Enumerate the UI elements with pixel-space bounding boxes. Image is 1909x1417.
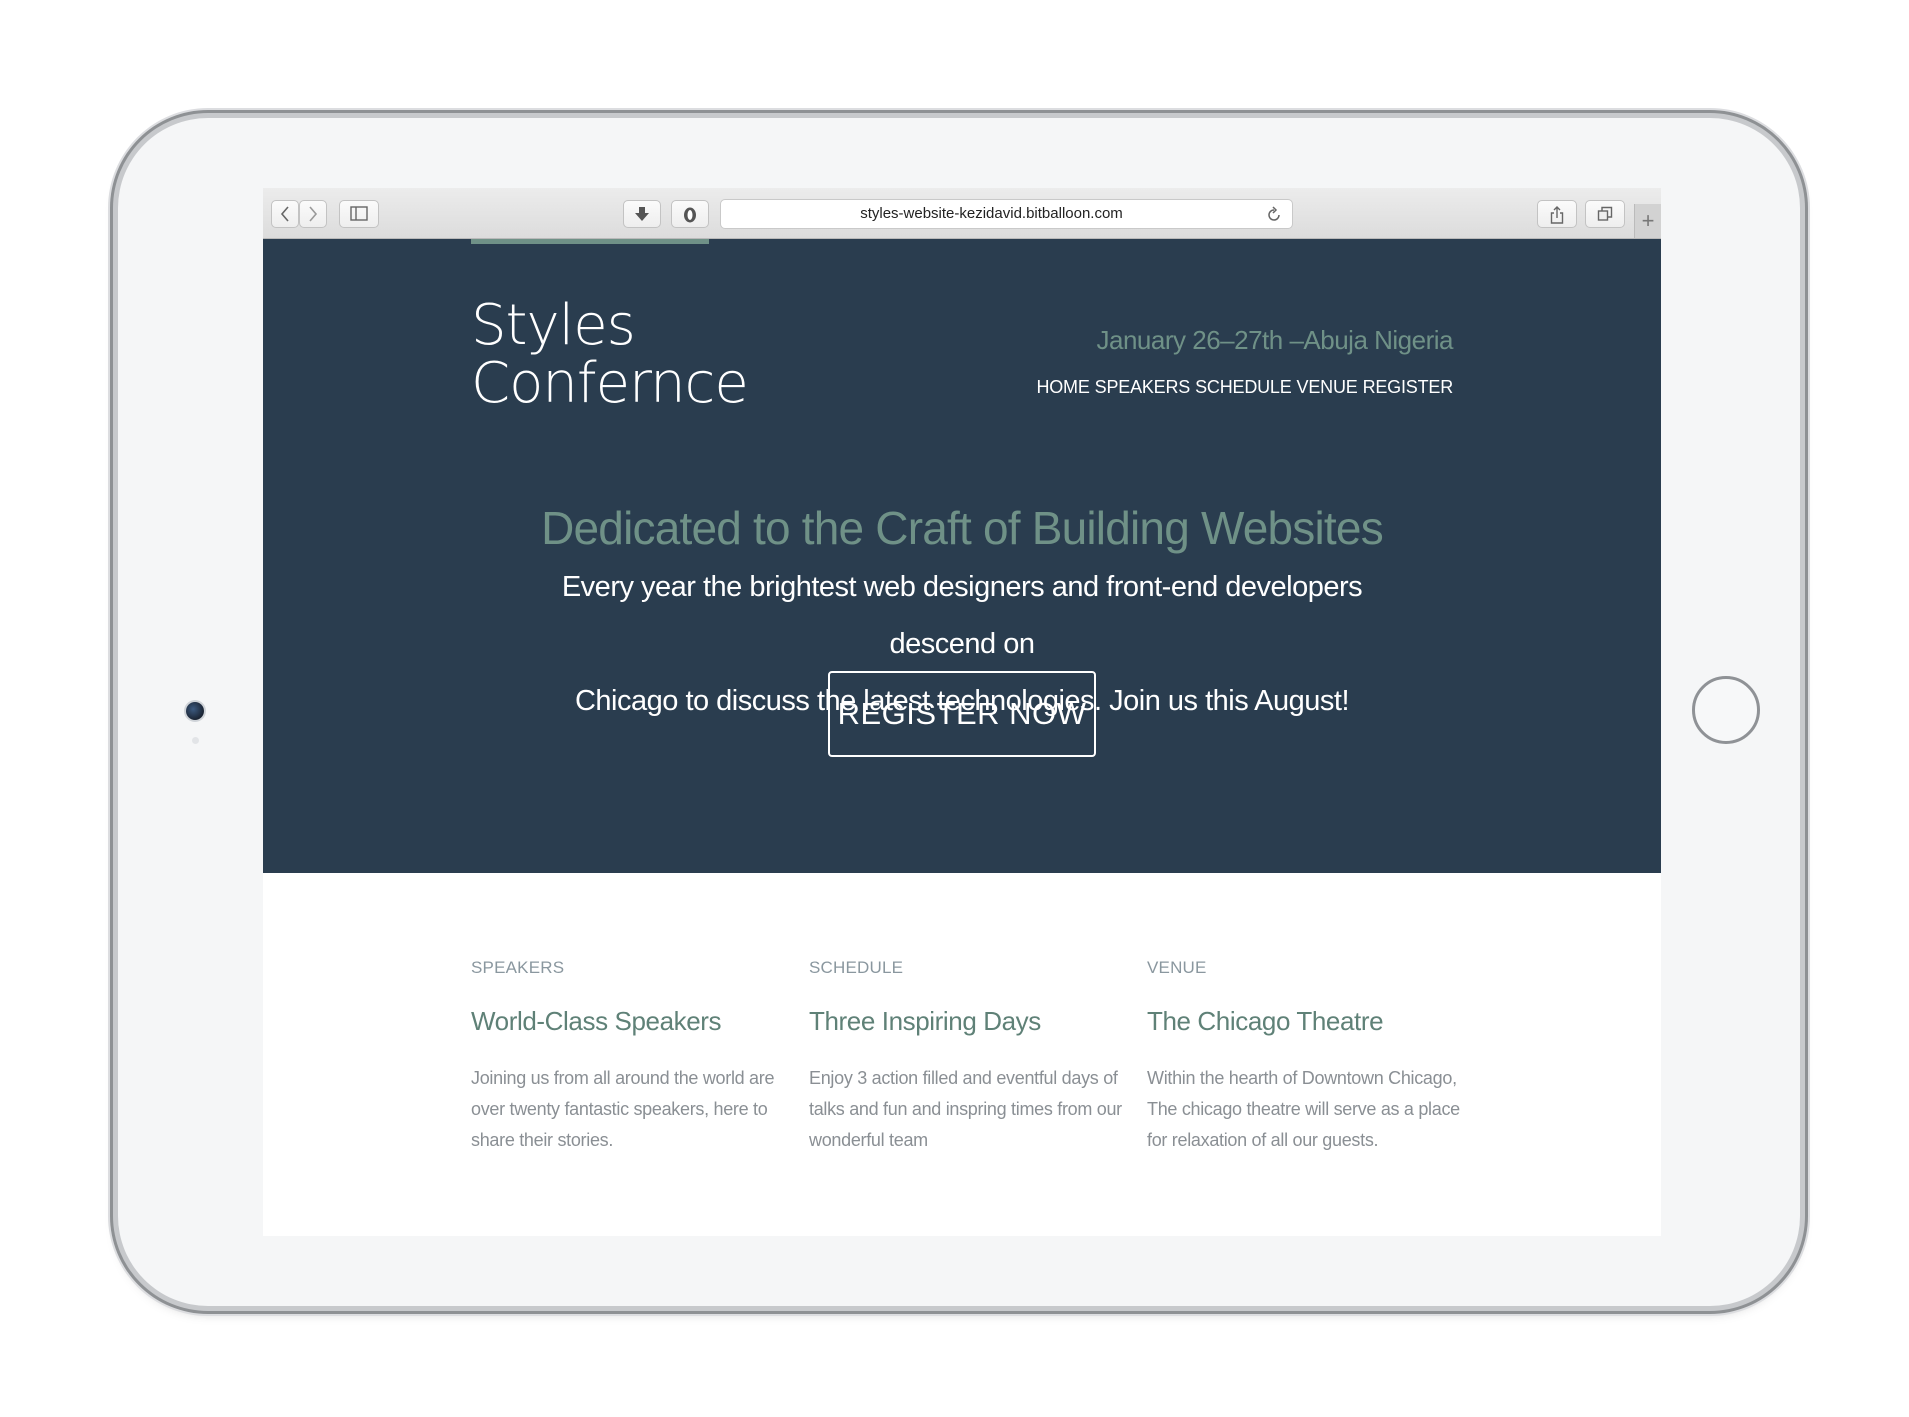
new-tab-button[interactable]: + xyxy=(1634,204,1661,238)
nav-venue[interactable]: VENUE xyxy=(1297,377,1358,398)
feature-description: Joining us from all around the world are… xyxy=(471,1063,791,1156)
nav-home[interactable]: HOME xyxy=(1036,377,1089,398)
site-logo[interactable]: Styles Confernce xyxy=(471,293,749,416)
back-button[interactable] xyxy=(271,200,299,228)
forward-button[interactable] xyxy=(299,200,327,228)
feature-label: SCHEDULE xyxy=(809,958,904,977)
feature-desc-line: Within the hearth of Downtown Chicago, xyxy=(1147,1068,1457,1088)
nav-schedule[interactable]: SCHEDULE xyxy=(1195,377,1292,398)
feature-desc-line: share their stories. xyxy=(471,1130,614,1150)
feature-schedule: SCHEDULE Three Inspiring Days Enjoy 3 ac… xyxy=(809,958,1129,1156)
sensor-dot xyxy=(192,737,199,744)
feature-desc-line: talks and fun and inspring times from ou… xyxy=(809,1099,1122,1119)
sidebar-button[interactable] xyxy=(339,200,379,228)
feature-description: Within the hearth of Downtown Chicago, T… xyxy=(1147,1063,1467,1156)
feature-desc-line: for relaxation of all our guests. xyxy=(1147,1130,1379,1150)
extension-button[interactable] xyxy=(671,200,709,228)
reload-icon[interactable] xyxy=(1266,206,1282,224)
hero-headline: Dedicated to the Craft of Building Websi… xyxy=(541,502,1384,554)
feature-title[interactable]: Three Inspiring Days xyxy=(809,1006,1129,1037)
logo-line-1: Styles xyxy=(471,293,636,358)
hero-accent-bar xyxy=(471,239,709,244)
feature-description: Enjoy 3 action filled and eventful days … xyxy=(809,1063,1129,1156)
download-button[interactable] xyxy=(623,200,661,228)
tabs-icon xyxy=(1597,206,1613,221)
chevron-right-icon xyxy=(309,206,318,222)
share-button[interactable] xyxy=(1537,200,1577,228)
feature-desc-line: Enjoy 3 action filled and eventful days … xyxy=(809,1068,1118,1088)
tabs-button[interactable] xyxy=(1585,200,1625,228)
main-nav: HOME SPEAKERS SCHEDULE VENUE REGISTER xyxy=(1036,377,1453,398)
feature-label: VENUE xyxy=(1147,958,1207,977)
chevron-left-icon xyxy=(280,206,289,222)
download-icon xyxy=(635,207,649,221)
sidebar-icon xyxy=(350,206,368,221)
register-now-button[interactable]: REGISTER NOW xyxy=(828,671,1096,757)
nav-register[interactable]: REGISTER xyxy=(1363,377,1454,398)
home-button[interactable] xyxy=(1692,676,1760,744)
hero-section: Styles Confernce January 26–27th –Abuja … xyxy=(263,239,1661,873)
share-icon xyxy=(1550,206,1564,224)
shield-icon xyxy=(684,207,696,223)
url-text: styles-website-kezidavid.bitballoon.com xyxy=(860,205,1123,222)
event-date-location: January 26–27th –Abuja Nigeria xyxy=(1096,325,1454,355)
camera-icon xyxy=(186,702,204,720)
feature-title[interactable]: The Chicago Theatre xyxy=(1147,1006,1467,1037)
feature-label: SPEAKERS xyxy=(471,958,565,977)
nav-speakers[interactable]: SPEAKERS xyxy=(1095,377,1191,398)
feature-title[interactable]: World-Class Speakers xyxy=(471,1006,791,1037)
hero-intro-line-1: Every year the brightest web designers a… xyxy=(561,571,1363,660)
feature-desc-line: Joining us from all around the world are xyxy=(471,1068,775,1088)
feature-desc-line: The chicago theatre will serve as a plac… xyxy=(1147,1099,1460,1119)
feature-speakers: SPEAKERS World-Class Speakers Joining us… xyxy=(471,958,791,1156)
browser-toolbar: styles-website-kezidavid.bitballoon.com … xyxy=(263,188,1661,239)
screen: styles-website-kezidavid.bitballoon.com … xyxy=(263,188,1661,1236)
feature-desc-line: over twenty fantastic speakers, here to xyxy=(471,1099,768,1119)
feature-desc-line: wonderful team xyxy=(809,1130,928,1150)
logo-line-2: Confernce xyxy=(471,351,749,416)
feature-venue: VENUE The Chicago Theatre Within the hea… xyxy=(1147,958,1467,1156)
address-bar[interactable]: styles-website-kezidavid.bitballoon.com xyxy=(720,199,1293,229)
